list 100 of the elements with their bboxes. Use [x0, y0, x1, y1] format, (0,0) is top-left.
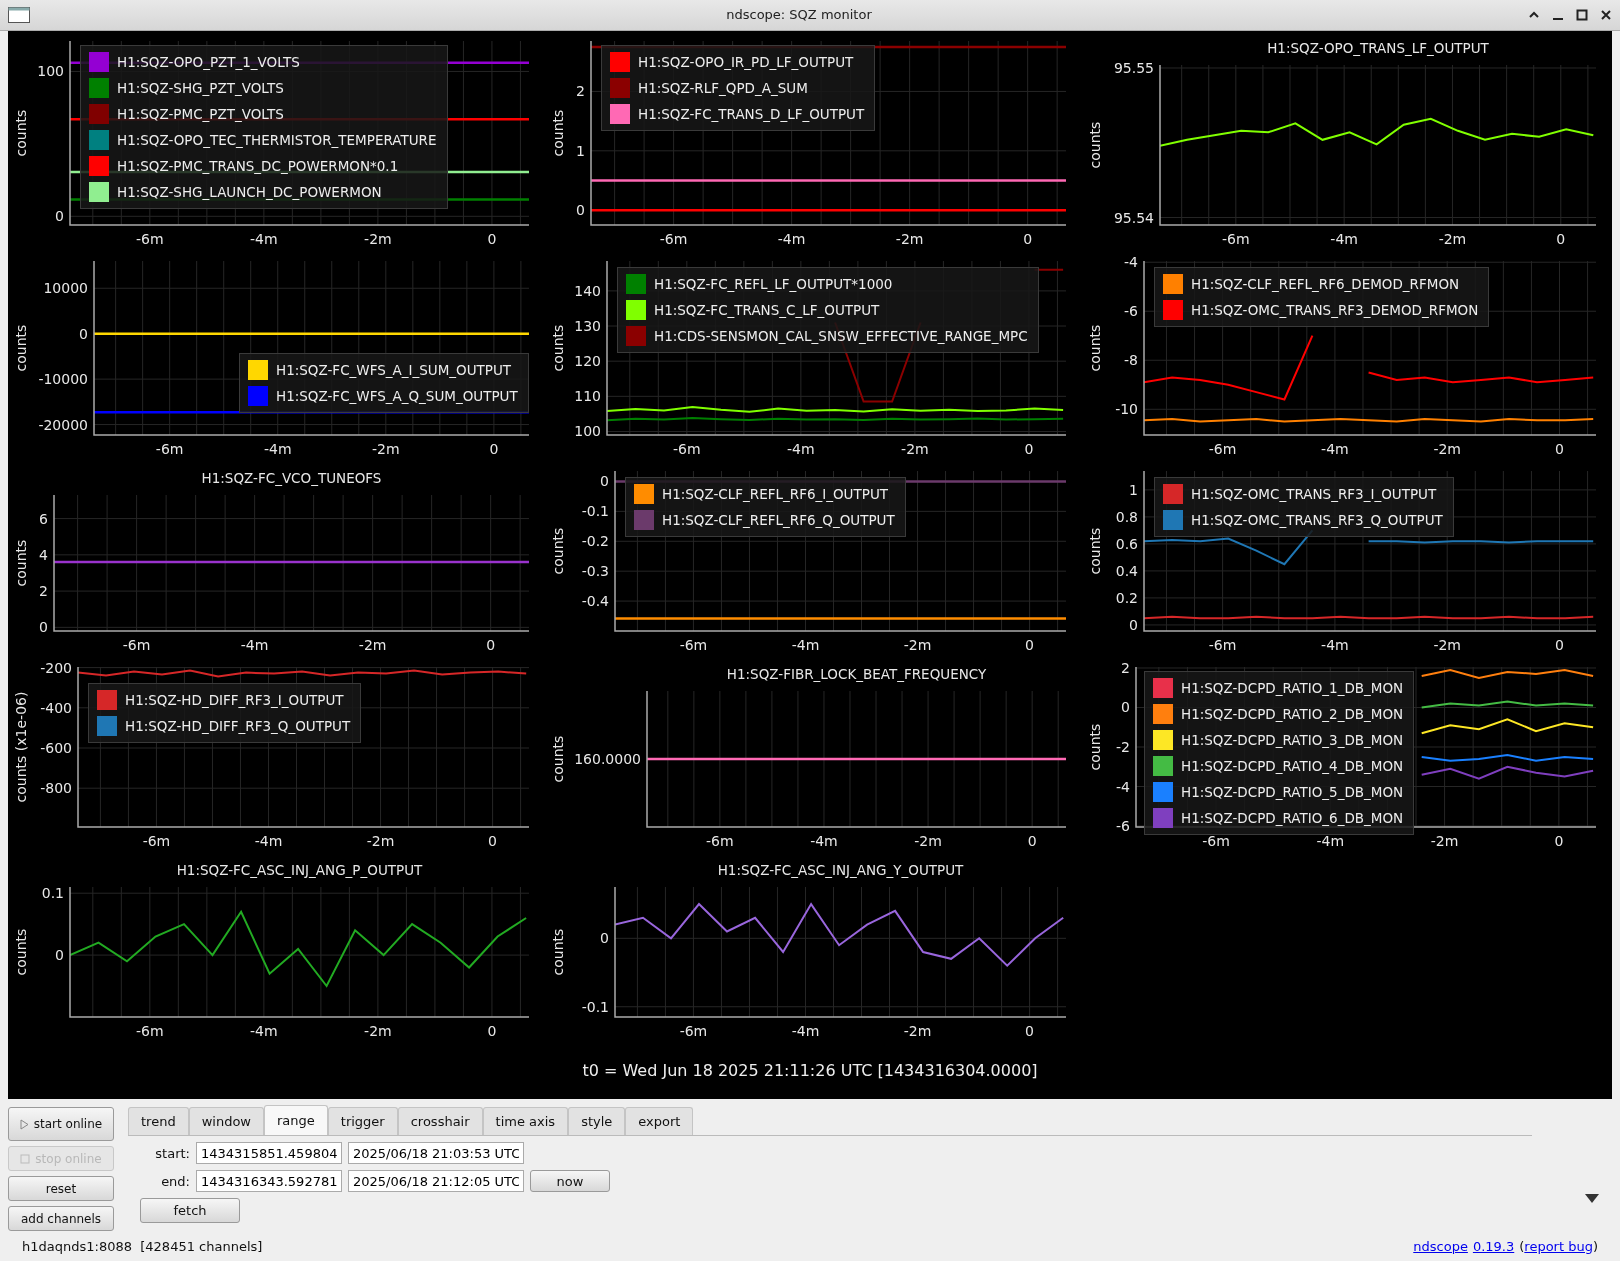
axis-tick-label: -8: [1124, 352, 1138, 369]
axis-tick-label: -2m: [366, 832, 395, 849]
axis-tick-label: -4: [1116, 778, 1130, 795]
axis-tick-label: -4m: [791, 1022, 820, 1039]
legend-label: H1:SQZ-PMC_TRANS_DC_POWERMON*0.1: [117, 157, 399, 174]
axis-tick-label: 1: [576, 142, 585, 159]
punctuation-text: (: [1519, 1238, 1525, 1254]
axis-label: counts: [1087, 324, 1103, 372]
legend-label: H1:SQZ-SHG_PZT_VOLTS: [117, 79, 284, 96]
legend-label: H1:SQZ-CLF_REFL_RF6_DEMOD_RFMON: [1191, 275, 1460, 292]
punctuation-text: ): [1592, 1238, 1598, 1254]
legend-label: H1:SQZ-OPO_IR_PD_LF_OUTPUT: [638, 53, 854, 70]
axis-tick-label: 0: [1121, 699, 1130, 716]
axis-tick-label: 2: [39, 583, 48, 600]
legend-label: H1:SQZ-FC_TRANS_D_LF_OUTPUT: [638, 105, 865, 122]
axis-tick-label: -6m: [706, 832, 734, 849]
axis-tick-label: 100: [37, 63, 64, 80]
legend-label: H1:SQZ-HD_DIFF_RF3_I_OUTPUT: [125, 691, 344, 708]
axis-tick-label: -2m: [1433, 440, 1461, 457]
axis-tick-label: -0.2: [581, 533, 609, 550]
axis-tick-label: -4m: [254, 832, 283, 849]
legend-label: H1:SQZ-OPO_PZT_1_VOLTS: [117, 53, 300, 70]
legend-label: H1:SQZ-PMC_PZT_VOLTS: [117, 105, 284, 122]
axis-tick-label: -2m: [372, 440, 400, 457]
axis-tick-label: 110: [574, 388, 601, 405]
legend-label: H1:SQZ-DCPD_RATIO_3_DB_MON: [1181, 731, 1404, 748]
plot-title: H1:SQZ-FC_ASC_INJ_ANG_Y_OUTPUT: [717, 861, 964, 878]
axis-label: counts: [550, 735, 566, 783]
legend-label: H1:SQZ-DCPD_RATIO_2_DB_MON: [1181, 705, 1404, 722]
legend-label: H1:SQZ-FC_WFS_A_Q_SUM_OUTPUT: [276, 387, 518, 404]
axis-tick-label: 0: [487, 230, 497, 247]
legend-label: H1:CDS-SENSMON_CAL_SNSW_EFFECTIVE_RANGE_MPC: [654, 327, 1028, 344]
axis-tick-label: 0: [1555, 440, 1564, 457]
axis-tick-label: 0: [39, 619, 48, 636]
axis-label: counts: [1087, 121, 1103, 169]
axis-tick-label: 120: [574, 353, 601, 370]
axis-tick-label: 0.8: [1115, 508, 1138, 525]
legend-label: H1:SQZ-FC_REFL_LF_OUTPUT*1000: [654, 275, 893, 292]
axis-tick-label: -6m: [673, 440, 701, 457]
axis-tick-label: 160.0000: [574, 750, 641, 767]
axis-tick-label: 0: [486, 636, 496, 653]
axis-tick-label: 0: [488, 832, 498, 849]
legend-label: H1:SQZ-DCPD_RATIO_1_DB_MON: [1181, 679, 1404, 696]
axis-tick-label: -4m: [810, 832, 838, 849]
axis-tick-label: 100: [574, 423, 601, 440]
axis-tick-label: 0: [1025, 636, 1035, 653]
axis-tick-label: -2m: [1433, 636, 1461, 653]
axis-tick-label: -2m: [364, 230, 392, 247]
axis-tick-label: 0: [1024, 440, 1034, 457]
axis-tick-label: 130: [574, 318, 601, 334]
legend-label: H1:SQZ-OMC_TRANS_RF3_I_OUTPUT: [1191, 485, 1437, 502]
t0-label: t0 = Wed Jun 18 2025 21:11:26 UTC [1434316304.0000]: [582, 1061, 1038, 1081]
axis-tick-label: -6: [1124, 303, 1138, 320]
axis-label: counts: [13, 109, 29, 157]
axis-tick-label: 0: [489, 440, 499, 457]
axis-tick-label: 0: [1129, 616, 1138, 633]
axis-tick-label: 2: [1121, 659, 1130, 676]
axis-tick-label: -2m: [901, 440, 929, 457]
axis-tick-label: -4m: [791, 636, 820, 653]
plot-title: H1:SQZ-FC_VCO_TUNEOFS: [201, 469, 382, 486]
legend-label: H1:SQZ-DCPD_RATIO_4_DB_MON: [1181, 757, 1404, 774]
plot-title: H1:SQZ-FIBR_LOCK_BEAT_FREQUENCY: [726, 665, 987, 682]
axis-tick-label: -400: [40, 699, 72, 716]
field-label: end:: [160, 1173, 190, 1189]
axis-tick-label: -10: [1115, 401, 1138, 418]
axis-tick-label: -0.4: [581, 593, 609, 610]
axis-tick-label: -6m: [122, 636, 151, 653]
axis-tick-label: 0: [55, 208, 64, 225]
axis-tick-label: 0: [1027, 832, 1037, 849]
axis-tick-label: -10000: [38, 371, 88, 388]
axis-tick-label: 0: [487, 1022, 497, 1039]
axis-tick-label: 2: [576, 83, 585, 100]
axis-tick-label: 1: [1129, 481, 1138, 498]
axis-tick-label: -4m: [787, 440, 815, 457]
axis-tick-label: -2m: [903, 1022, 932, 1039]
axis-tick-label: 0: [1556, 230, 1566, 247]
axis-label: counts: [550, 109, 566, 157]
axis-tick-label: 4: [39, 546, 48, 563]
axis-label: counts: [1087, 723, 1103, 771]
axis-tick-label: -2m: [895, 230, 924, 247]
axis-tick-label: 0: [55, 947, 64, 964]
axis-tick-label: -4m: [777, 230, 806, 247]
legend-label: H1:SQZ-CLF_REFL_RF6_I_OUTPUT: [662, 485, 888, 502]
axis-tick-label: -200: [40, 659, 72, 676]
axis-tick-label: -6m: [155, 440, 184, 457]
axis-tick-label: -2m: [903, 636, 932, 653]
legend-label: H1:SQZ-DCPD_RATIO_5_DB_MON: [1181, 783, 1404, 800]
axis-tick-label: -4m: [1321, 636, 1349, 653]
axis-tick-label: -2m: [364, 1022, 392, 1039]
axis-tick-label: -6m: [136, 230, 164, 247]
axis-tick-label: -4: [1124, 254, 1138, 271]
axis-tick-label: -4m: [240, 636, 269, 653]
axis-tick-label: -2m: [1430, 832, 1459, 849]
legend-label: H1:SQZ-RLF_QPD_A_SUM: [638, 79, 808, 96]
axis-tick-label: -6m: [142, 832, 171, 849]
axis-tick-label: 95.55: [1113, 59, 1154, 76]
axis-tick-label: 0: [600, 473, 609, 490]
axis-tick-label: 0: [600, 930, 609, 947]
axis-tick-label: 0.1: [41, 885, 64, 902]
axis-label: counts: [550, 527, 566, 575]
